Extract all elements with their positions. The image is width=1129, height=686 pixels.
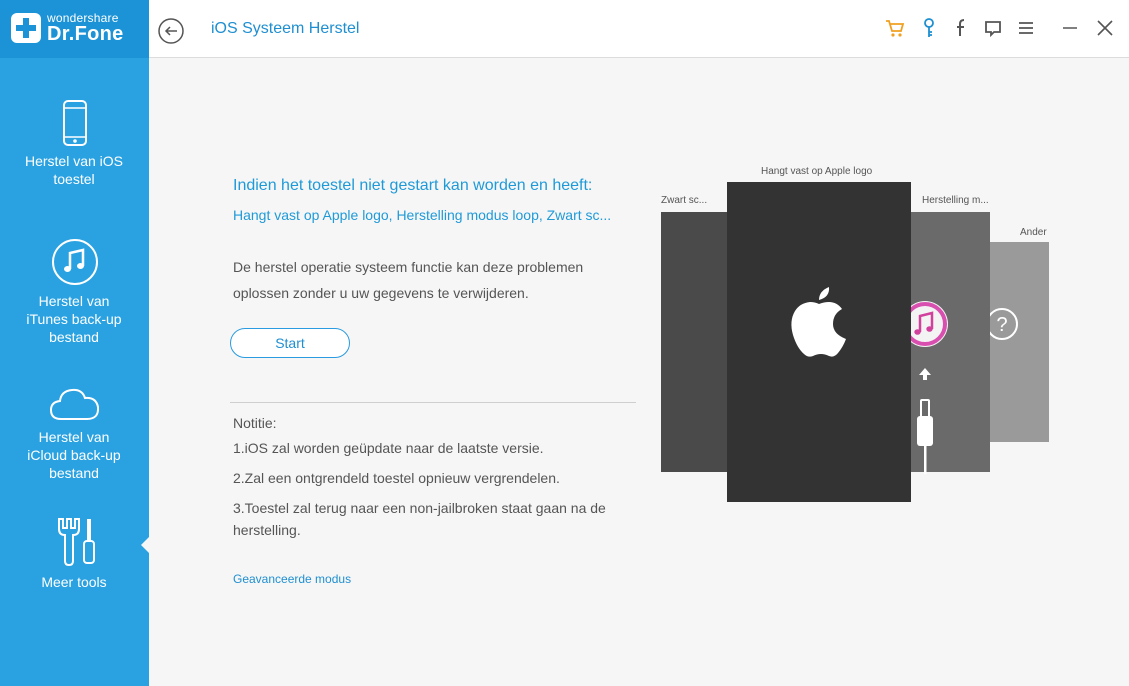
cable-icon	[917, 368, 933, 474]
card-apple-logo	[727, 182, 911, 502]
card-recovery-mode	[905, 212, 990, 474]
note-item: 3.Toestel zal terug naar een non-jailbro…	[233, 500, 606, 538]
close-icon[interactable]	[1094, 17, 1116, 39]
key-icon[interactable]	[918, 17, 940, 39]
sidebar-item-label: Meer tools	[41, 574, 107, 590]
cart-icon[interactable]	[884, 17, 906, 39]
back-arrow-icon[interactable]	[158, 18, 184, 44]
card-other: ?	[986, 242, 1049, 442]
sidebar-item-label: Herstel van iTunes back-up bestand	[26, 293, 122, 345]
active-item-pointer	[141, 537, 149, 553]
advanced-mode-link[interactable]: Geavanceerde modus	[233, 572, 351, 586]
feedback-icon[interactable]	[982, 17, 1004, 39]
description-text: De herstel operatie systeem functie kan …	[233, 259, 584, 301]
label-black-screen: Zwart sc...	[661, 195, 708, 206]
cloud-icon	[49, 388, 99, 420]
itunes-icon	[905, 301, 948, 347]
sidebar-item-more-tools[interactable]: Meer tools	[0, 517, 149, 591]
sidebar-item-label: Herstel van iOS toestel	[24, 153, 124, 187]
tools-icon	[57, 518, 95, 567]
app-logo: wondershare Dr.Fone	[0, 0, 149, 58]
label-apple-logo: Hangt vast op Apple logo	[761, 166, 873, 177]
sidebar-item-icloud-backup[interactable]: Herstel van iCloud back-up bestand	[0, 386, 149, 482]
apple-logo-icon	[791, 287, 846, 357]
sidebar-item-label: Herstel van iCloud back-up bestand	[27, 429, 121, 481]
minimize-icon[interactable]	[1059, 17, 1081, 39]
notes-title: Notitie:	[233, 415, 277, 431]
symptoms-text: Hangt vast op Apple logo, Herstelling mo…	[233, 207, 612, 223]
sidebar-item-ios-recovery[interactable]: Herstel van iOS toestel	[0, 100, 149, 188]
phone-icon	[62, 100, 87, 146]
card-black-screen	[661, 212, 731, 472]
label-recovery-mode: Herstelling m...	[922, 195, 989, 206]
note-item: 2.Zal een ontgrendeld toestel opnieuw ve…	[233, 470, 560, 486]
menu-icon[interactable]	[1015, 17, 1037, 39]
divider	[230, 402, 636, 403]
drfone-logo-icon	[11, 13, 41, 43]
question-icon: ?	[986, 308, 1018, 340]
sidebar: wondershare Dr.Fone Herstel van iOS toes…	[0, 0, 149, 686]
page-title: iOS Systeem Herstel	[211, 20, 360, 37]
sidebar-item-itunes-backup[interactable]: Herstel van iTunes back-up bestand	[0, 238, 149, 346]
start-button[interactable]: Start	[230, 328, 350, 358]
header: iOS Systeem Herstel	[149, 0, 1129, 58]
note-item: 1.iOS zal worden geüpdate naar de laatst…	[233, 440, 544, 456]
main-heading: Indien het toestel niet gestart kan word…	[233, 177, 593, 194]
music-note-icon	[51, 239, 98, 285]
brand-drfone: Dr.Fone	[47, 23, 124, 45]
svg-text:?: ?	[996, 314, 1007, 336]
label-other: Ander	[1020, 227, 1047, 238]
facebook-icon[interactable]	[951, 17, 973, 39]
